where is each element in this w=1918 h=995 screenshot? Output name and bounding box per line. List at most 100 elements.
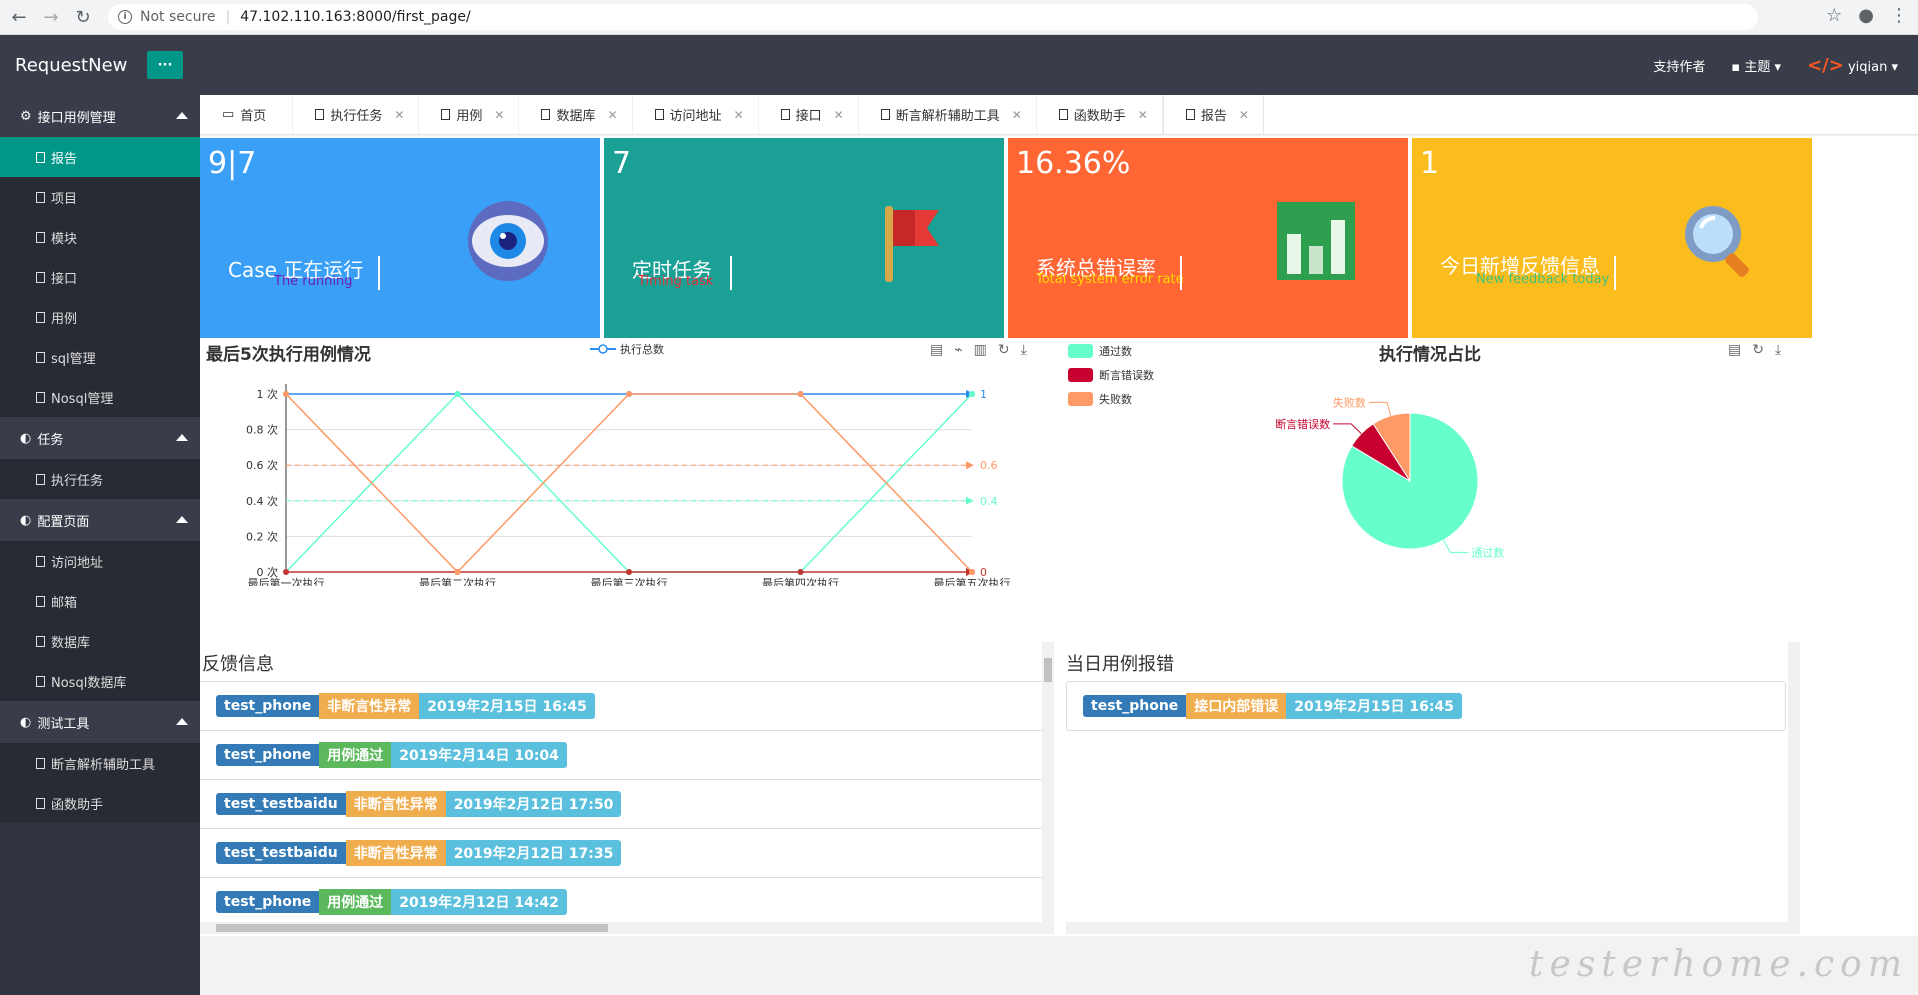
stat-card[interactable]: 16.36% 系统总错误率 Total system error rate — [1008, 138, 1408, 338]
back-icon[interactable]: ← — [6, 4, 32, 30]
close-icon[interactable]: ✕ — [607, 108, 617, 122]
tab[interactable]: 接口 ✕ — [759, 95, 859, 134]
sidebar-item[interactable]: 项目 — [0, 177, 200, 217]
list-item[interactable]: test_phone 用例通过 2019年2月14日 10:04 — [200, 731, 1042, 780]
status-badge: 用例通过 — [319, 889, 392, 915]
legend-item[interactable]: 失败数 — [1068, 387, 1154, 411]
sidebar-item[interactable]: 用例 — [0, 297, 200, 337]
tab[interactable]: 断言解析辅助工具 ✕ — [859, 95, 1037, 134]
sidebar-item[interactable]: Nosql管理 — [0, 377, 200, 417]
sidebar-item[interactable]: 模块 — [0, 217, 200, 257]
pie-chart-legend: 通过数断言错误数 失败数 — [1068, 339, 1154, 411]
restore-icon[interactable]: ↻ — [1752, 342, 1764, 358]
sidebar-item[interactable]: 访问地址 — [0, 541, 200, 581]
tab[interactable]: 访问地址 ✕ — [633, 95, 759, 134]
stat-card[interactable]: 9|7 Case 正在运行 The running — [200, 138, 600, 338]
address-bar[interactable]: i Not secure | 47.102.110.163:8000/first… — [108, 4, 1758, 30]
pie-label-line — [1333, 423, 1362, 434]
list-item[interactable]: test_phone 用例通过 2019年2月12日 14:42 — [200, 878, 1042, 921]
sidebar-item[interactable]: 执行任务 — [0, 459, 200, 499]
document-icon — [36, 595, 45, 607]
stat-card[interactable]: 1 今日新增反馈信息 New feedback today — [1412, 138, 1812, 338]
average-label: 0.6 — [980, 459, 998, 472]
user-menu[interactable]: </> yiqian ▾ — [1807, 55, 1898, 76]
sidebar-item[interactable]: 接口 — [0, 257, 200, 297]
pie-label-line — [1368, 401, 1392, 416]
sidebar-group-0[interactable]: ⚙ 接口用例管理 — [0, 95, 200, 137]
sidebar-item-label: Nosql数据库 — [51, 675, 127, 691]
errors-vertical-scrollbar[interactable] — [1788, 642, 1800, 934]
close-icon[interactable]: ✕ — [834, 108, 844, 122]
document-icon — [36, 231, 45, 243]
support-author-link[interactable]: 支持作者 — [1653, 56, 1705, 75]
tab[interactable]: 用例 ✕ — [419, 95, 520, 134]
line-type-icon[interactable]: ⌁ — [954, 342, 962, 358]
close-icon[interactable]: ✕ — [734, 108, 744, 122]
reload-icon[interactable]: ↻ — [70, 4, 96, 30]
data-point — [283, 391, 289, 397]
watermark: testerhome.com — [1529, 944, 1908, 985]
tab[interactable]: 函数助手 ✕ — [1037, 95, 1163, 134]
tab-label: 用例 — [456, 109, 483, 124]
download-icon[interactable]: ⤓ — [1775, 342, 1781, 358]
sidebar-item-label: 访问地址 — [51, 555, 104, 571]
data-view-icon[interactable]: ▤ — [1728, 342, 1741, 358]
document-icon — [36, 555, 45, 567]
tab[interactable]: 执行任务 ✕ — [293, 95, 420, 134]
close-icon[interactable]: ✕ — [1239, 108, 1249, 122]
list-item[interactable]: test_testbaidu 非断言性异常 2019年2月12日 17:35 — [200, 829, 1042, 878]
sidebar-toggle-button[interactable]: ··· — [147, 51, 183, 79]
restore-icon[interactable]: ↻ — [998, 342, 1010, 358]
theme-menu[interactable]: ▪ 主题 ▾ — [1731, 56, 1781, 75]
close-icon[interactable]: ✕ — [394, 108, 404, 122]
sidebar-group-3[interactable]: ◐ 测试工具 — [0, 701, 200, 743]
more-menu-icon[interactable]: ⋮ — [1890, 5, 1908, 26]
case-name-label: test_testbaidu — [216, 842, 346, 864]
forward-icon[interactable]: → — [38, 4, 64, 30]
list-item[interactable]: test_testbaidu 非断言性异常 2019年2月12日 17:50 — [200, 780, 1042, 829]
account-icon[interactable]: ● — [1858, 5, 1874, 26]
sidebar-item[interactable]: 断言解析辅助工具 — [0, 743, 200, 783]
legend-label: 通过数 — [1099, 345, 1132, 358]
sidebar-item-label: 断言解析辅助工具 — [51, 757, 156, 773]
tab[interactable]: 数据库 ✕ — [519, 95, 633, 134]
feedback-vertical-scrollbar[interactable] — [1042, 642, 1054, 934]
close-icon[interactable]: ✕ — [1012, 108, 1022, 122]
sidebar-item[interactable]: 报告 — [0, 137, 200, 177]
document-icon — [36, 311, 45, 323]
stat-card[interactable]: 7 定时任务 Timing task — [604, 138, 1004, 338]
document-icon — [36, 675, 45, 687]
status-badge: 非断言性异常 — [345, 840, 446, 866]
tab[interactable]: ▭ 首页 — [200, 95, 294, 134]
feedback-horizontal-scrollbar[interactable] — [200, 922, 1042, 934]
stat-subtitle: The running — [274, 274, 353, 289]
home-icon: ▭ — [222, 107, 235, 122]
tab[interactable]: 报告 ✕ — [1162, 95, 1264, 134]
line-chart-legend[interactable]: 执行总数 — [590, 341, 664, 357]
list-item[interactable]: test_phone 接口内部错误 2019年2月15日 16:45 — [1067, 682, 1785, 730]
sidebar-item-label: 函数助手 — [51, 797, 104, 813]
errors-horizontal-scrollbar[interactable] — [1066, 922, 1788, 934]
close-icon[interactable]: ✕ — [494, 108, 504, 122]
data-view-icon[interactable]: ▤ — [930, 342, 943, 358]
bar-type-icon[interactable]: ▥ — [974, 342, 987, 358]
divider — [1180, 256, 1182, 290]
browser-toolbar: ← → ↻ i Not secure | 47.102.110.163:8000… — [0, 0, 1918, 35]
sidebar-group-2[interactable]: ◐ 配置页面 — [0, 499, 200, 541]
download-icon[interactable]: ⤓ — [1021, 342, 1027, 358]
legend-item[interactable]: 断言错误数 — [1068, 363, 1154, 387]
sidebar-group-1[interactable]: ◐ 任务 — [0, 417, 200, 459]
case-name-label: test_phone — [1083, 695, 1187, 717]
list-item[interactable]: test_phone 非断言性异常 2019年2月15日 16:45 — [200, 682, 1042, 731]
close-icon[interactable]: ✕ — [1138, 108, 1148, 122]
x-tick-label: 最后第五次执行 — [934, 576, 1011, 586]
bookmark-star-icon[interactable]: ☆ — [1826, 5, 1842, 26]
legend-item[interactable]: 通过数 — [1068, 339, 1154, 363]
document-icon — [780, 109, 790, 120]
sidebar-item[interactable]: sql管理 — [0, 337, 200, 377]
sidebar-item[interactable]: 邮箱 — [0, 581, 200, 621]
sidebar-item[interactable]: 函数助手 — [0, 783, 200, 823]
sidebar-item[interactable]: Nosql数据库 — [0, 661, 200, 701]
sidebar-item[interactable]: 数据库 — [0, 621, 200, 661]
info-icon[interactable]: i — [118, 10, 132, 24]
